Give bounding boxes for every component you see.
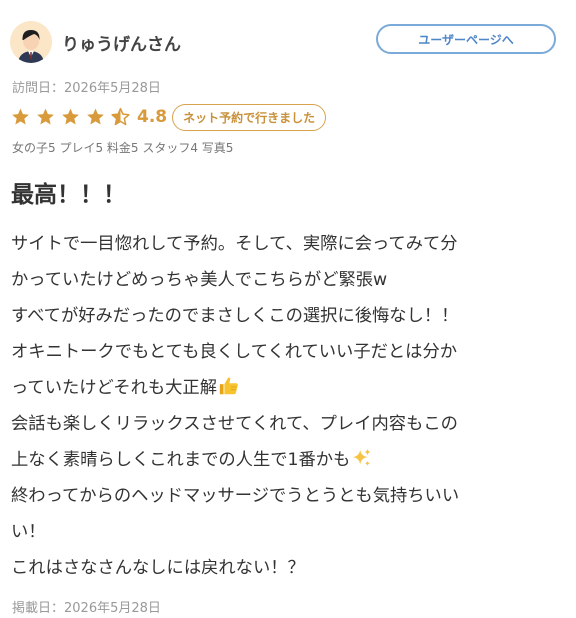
rating-value: 4.8 xyxy=(137,107,168,127)
review-line: い！ xyxy=(11,522,46,542)
review-line-with-emoji: 上なく素晴らしくこれまでの人生で1番かも xyxy=(11,442,567,478)
post-date: 掲載日：2026年5月28日 xyxy=(12,601,161,616)
user-page-button[interactable]: ユーザーページへ xyxy=(376,24,556,54)
review-title: 最高！！！ xyxy=(11,182,126,208)
review-line-text: っていたけどそれも大正解 xyxy=(11,378,217,398)
star-full-icon xyxy=(87,108,104,125)
rating-row: 4.8 ネット予約で行きました xyxy=(10,103,327,131)
avatar[interactable] xyxy=(10,21,52,63)
net-reservation-badge: ネット予約で行きました xyxy=(172,103,327,131)
sparkles-icon xyxy=(353,448,372,466)
review-line: オキニトークでもとても良くしてくれていい子だとは分か xyxy=(11,342,458,362)
thumbs-up-icon xyxy=(219,377,238,395)
category-scores: 女の子5 プレイ5 料金5 スタッフ4 写真5 xyxy=(12,141,234,155)
star-half-icon xyxy=(111,107,130,126)
review-line: これはさなさんなしには戻れない！？ xyxy=(11,558,305,578)
review-line: すべてが好みだったのでまさしくこの選択に後悔なし！！ xyxy=(11,306,459,326)
star-full-icon xyxy=(37,108,54,125)
visit-date: 訪問日：2026年5月28日 xyxy=(12,81,161,96)
review-line-text: 上なく素晴らしくこれまでの人生で1番かも xyxy=(11,450,351,470)
reviewer-header: りゅうげんさん ユーザーページへ xyxy=(10,17,566,67)
review-line: 終わってからのヘッドマッサージでうとうとも気持ちいい xyxy=(11,486,460,506)
star-full-icon xyxy=(12,108,29,125)
review-line-with-emoji: っていたけどそれも大正解 xyxy=(11,370,567,406)
star-rating xyxy=(10,107,135,127)
review-body: サイトで一目惚れして予約。そして、実際に会ってみて分 かっていたけどめっちゃ美人… xyxy=(11,226,567,586)
review-line: 会話も楽しくリラックスさせてくれて、プレイ内容もこの xyxy=(11,414,458,434)
review-line: サイトで一目惚れして予約。そして、実際に会ってみて分 xyxy=(11,234,458,254)
star-full-icon xyxy=(62,108,79,125)
username[interactable]: りゅうげんさん xyxy=(62,30,181,55)
review-line: かっていたけどめっちゃ美人でこちらがど緊張w xyxy=(11,270,388,290)
